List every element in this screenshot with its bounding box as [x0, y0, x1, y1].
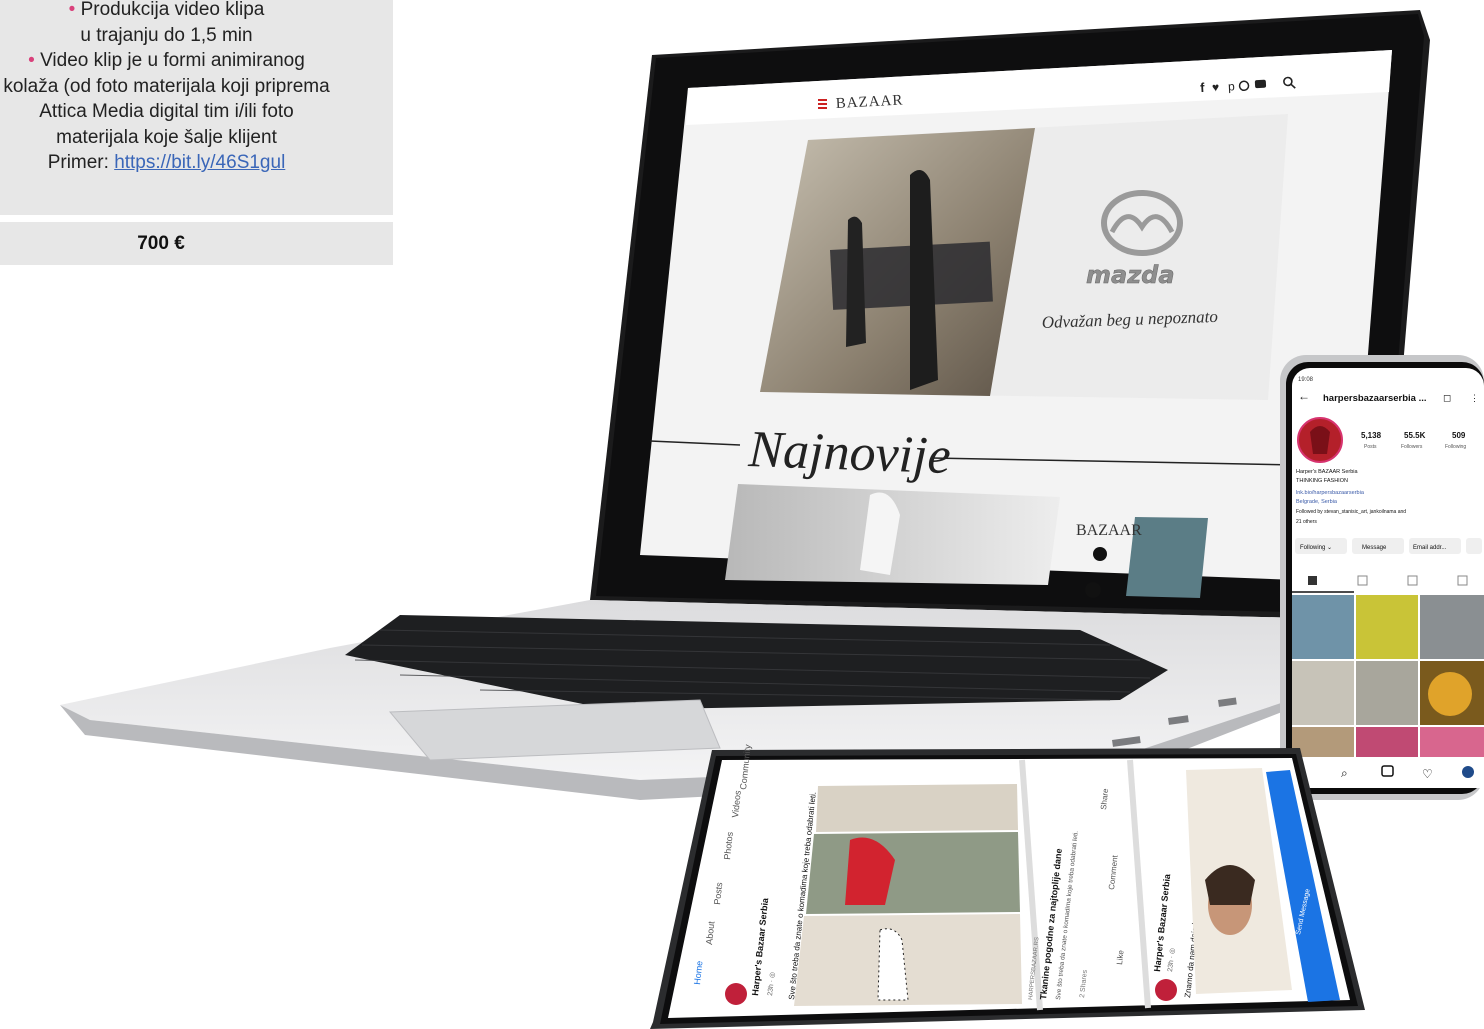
- posts-label: Posts: [1364, 444, 1377, 450]
- grid-icon[interactable]: [1308, 576, 1317, 585]
- bio-followed: 21 others: [1296, 519, 1317, 525]
- search-icon[interactable]: ⌕: [1341, 766, 1348, 780]
- followers-count: 55.5K: [1404, 431, 1426, 440]
- tablet: Home About Posts Photos Videos Community…: [650, 743, 1365, 1029]
- instagram-icon[interactable]: [1093, 547, 1107, 561]
- bio-location: Belgrade, Serbia: [1296, 499, 1338, 505]
- following-button-label: Following ⌄: [1300, 545, 1332, 551]
- email-button-label: Email addr...: [1413, 545, 1447, 551]
- side-logo: BAZAAR: [1076, 522, 1142, 539]
- laptop: BAZAAR f ♥ p mazda Odvažan beg u nepozna…: [60, 10, 1430, 800]
- following-label: Following: [1445, 444, 1466, 450]
- profile-icon[interactable]: [1462, 766, 1474, 778]
- posts-count: 5,138: [1361, 431, 1382, 440]
- twitter-icon[interactable]: ♥: [1212, 80, 1220, 94]
- bio-name: Harper's BAZAAR Serbia: [1296, 469, 1359, 475]
- devices-illustration: BAZAAR f ♥ p mazda Odvažan beg u nepozna…: [60, 10, 1484, 1029]
- post-photo[interactable]: [794, 914, 1022, 1006]
- bio-link[interactable]: lnk.bio/harpersbazaarserbia: [1296, 490, 1365, 496]
- section-title: Najnovije: [747, 421, 952, 485]
- like-button[interactable]: Like: [1115, 949, 1126, 965]
- pinterest-icon[interactable]: p: [1228, 79, 1236, 93]
- heart-icon[interactable]: ♡: [1422, 767, 1433, 781]
- ad-brand: mazda: [1086, 261, 1175, 289]
- post-photo[interactable]: [806, 832, 1020, 914]
- bio-line: THINKING FASHION: [1296, 478, 1348, 484]
- suggest-button[interactable]: [1466, 538, 1482, 554]
- followers-label: Followers: [1401, 444, 1423, 450]
- ig-photo-grid[interactable]: [1292, 595, 1484, 757]
- following-count: 509: [1452, 431, 1466, 440]
- bio-followed: Followed by stevan_stanisic_art, jankoil…: [1296, 509, 1406, 515]
- youtube-icon[interactable]: [1254, 79, 1267, 89]
- status-time: 19:08: [1298, 377, 1314, 383]
- avatar[interactable]: [725, 983, 747, 1005]
- facebook-icon[interactable]: [1085, 582, 1101, 598]
- more-icon[interactable]: ⋮: [1470, 393, 1479, 403]
- bell-icon[interactable]: ◻: [1443, 393, 1451, 404]
- message-button-label: Message: [1362, 545, 1387, 551]
- post-photo[interactable]: [816, 784, 1018, 832]
- ig-username: harpersbazaarserbia ...: [1323, 393, 1427, 404]
- avatar[interactable]: [1155, 979, 1177, 1001]
- back-icon[interactable]: ←: [1298, 389, 1310, 403]
- phone: 19:08 ← harpersbazaarserbia ... ◻ ⋮ 5,13…: [1280, 355, 1484, 800]
